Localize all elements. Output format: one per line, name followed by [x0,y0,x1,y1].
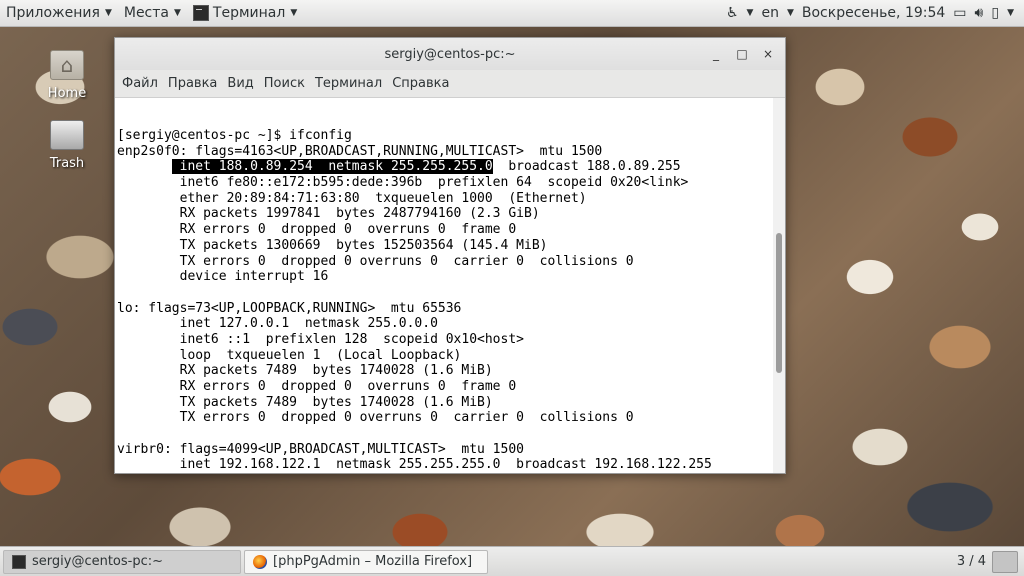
home-folder-icon [50,50,84,80]
battery-icon[interactable]: ▯ [991,5,999,21]
chevron-down-icon: ▼ [290,8,298,18]
clock[interactable]: Воскресенье, 19:54 [802,5,945,21]
menu-view[interactable]: Вид [222,76,258,91]
terminal-line: inet 127.0.0.1 netmask 255.0.0.0 [117,316,438,332]
taskbar-item-label: [phpPgAdmin – Mozilla Firefox] [273,554,473,569]
terminal-line: RX errors 0 dropped 0 overruns 0 frame 0 [117,379,517,394]
desktop-icon-label: Trash [49,156,85,171]
chevron-down-icon: ▼ [104,8,112,18]
firefox-icon [253,554,267,569]
terminal-icon [12,554,26,569]
workspace-thumbnail[interactable] [992,550,1018,573]
display-icon[interactable]: ▭ [953,5,966,21]
terminal-line: lo: flags=73<UP,LOOPBACK,RUNNING> mtu 65… [117,300,462,316]
chevron-down-icon: ▼ [173,8,181,18]
terminal-line-rest: broadcast 188.0.89.255 [492,159,681,175]
active-app-label: Терминал [212,5,286,21]
applications-label: Приложения [6,5,100,21]
close-button[interactable]: × [757,44,779,64]
terminal-line: RX errors 0 dropped 0 overruns 0 frame 0 [117,222,517,238]
scrollbar-thumb[interactable] [776,233,782,373]
workspace-switcher[interactable]: 3 / 4 [956,550,1024,573]
maximize-button[interactable]: □ [731,44,753,64]
menu-terminal[interactable]: Терминал [310,76,387,91]
window-title: sergiy@centos-pc:~ [384,46,516,62]
terminal-line: [sergiy@centos-pc ~]$ ifconfig [117,128,352,143]
terminal-output-area[interactable]: [sergiy@centos-pc ~]$ ifconfig enp2s0f0: … [115,98,785,473]
desktop-icon-label: Home [47,86,87,101]
bottom-panel: sergiy@centos-pc:~ [phpPgAdmin – Mozilla… [0,546,1024,576]
terminal-line: RX packets 1997841 bytes 2487794160 (2.3… [117,206,540,222]
taskbar-item-terminal[interactable]: sergiy@centos-pc:~ [3,549,241,574]
top-panel: Приложения ▼ Места ▼ Терминал ▼ ♿ ▼ en ▼… [0,0,1024,27]
terminal-scrollbar[interactable] [773,98,785,473]
terminal-line: inet6 fe80::e172:b595:dede:396b prefixle… [117,175,689,191]
terminal-line: inet6 ::1 prefixlen 128 scopeid 0x10<hos… [117,331,524,347]
applications-menu[interactable]: Приложения ▼ [0,0,118,27]
terminal-line: inet 188.0.89.254 netmask 255.255.255.0 … [117,159,772,175]
places-menu[interactable]: Места ▼ [118,0,187,27]
terminal-line: ether 20:89:84:71:63:80 txqueuelen 1000 … [117,190,587,206]
places-label: Места [123,5,169,21]
terminal-line: loop txqueuelen 1 (Local Loopback) [117,347,462,363]
keyboard-layout[interactable]: en [761,5,779,21]
window-menubar: Файл Правка Вид Поиск Терминал Справка [115,70,785,98]
terminal-line: inet 192.168.122.1 netmask 255.255.255.0… [117,457,712,473]
terminal-line: TX packets 7489 bytes 1740028 (1.6 MiB) [117,394,493,410]
active-app-menu[interactable]: Терминал ▼ [187,0,303,27]
workspace-indicator: 3 / 4 [956,554,986,569]
taskbar-item-firefox[interactable]: [phpPgAdmin – Mozilla Firefox] [244,549,488,574]
chevron-down-icon: ▼ [786,8,794,18]
terminal-line: enp2s0f0: flags=4163<UP,BROADCAST,RUNNIN… [117,143,603,159]
desktop-icon-trash[interactable]: Trash [32,120,102,171]
selected-text: inet 188.0.89.254 netmask 255.255.255.0 [171,159,493,175]
trash-icon [50,120,84,150]
menu-help[interactable]: Справка [387,76,454,91]
menu-file[interactable]: Файл [117,76,163,91]
terminal-line: virbr0: flags=4099<UP,BROADCAST,MULTICAS… [117,441,524,457]
window-titlebar[interactable]: sergiy@centos-pc:~ _ □ × [115,38,785,70]
menu-edit[interactable]: Правка [163,76,222,91]
volume-icon[interactable]: 🔊︎ [975,5,984,21]
desktop-icon-home[interactable]: Home [32,50,102,101]
chevron-down-icon[interactable]: ▼ [1007,8,1014,18]
minimize-button[interactable]: _ [705,44,727,64]
terminal-line: TX errors 0 dropped 0 overruns 0 carrier… [117,253,634,269]
terminal-line: RX packets 7489 bytes 1740028 (1.6 MiB) [117,363,493,379]
terminal-output: [sergiy@centos-pc ~]$ ifconfig enp2s0f0: … [117,128,772,473]
terminal-window: sergiy@centos-pc:~ _ □ × Файл Правка Вид… [114,37,786,474]
menu-search[interactable]: Поиск [259,76,310,91]
accessibility-icon[interactable]: ♿ [726,5,739,21]
terminal-line: TX packets 1300669 bytes 152503564 (145.… [117,237,548,253]
taskbar-item-label: sergiy@centos-pc:~ [32,554,164,569]
terminal-line: TX errors 0 dropped 0 overruns 0 carrier… [117,410,634,426]
chevron-down-icon: ▼ [746,8,754,18]
terminal-line: device interrupt 16 [117,269,329,285]
terminal-line-indent [117,159,172,174]
terminal-icon [192,5,209,21]
